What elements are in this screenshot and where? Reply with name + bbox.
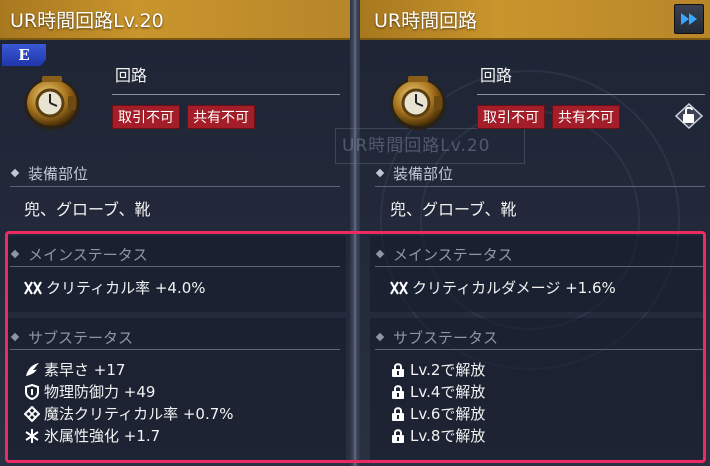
fast-forward-button[interactable] — [674, 4, 704, 34]
left-item-title: UR時間回路Lv.20 — [10, 10, 164, 32]
right-sub-rule — [375, 349, 705, 350]
right-main-status-row: クリティカルダメージ +1.6% — [390, 277, 616, 299]
snowflake-icon — [25, 428, 39, 443]
time-circuit-icon — [24, 76, 80, 130]
right-header: UR時間回路 — [360, 0, 710, 40]
right-tag-no-trade: 取引不可 — [477, 105, 545, 129]
left-sub-status-row: 氷属性強化 +1.7 — [24, 425, 160, 447]
left-sub-status-label: サブステータス — [10, 327, 133, 348]
left-main-status-row: クリティカル率 +4.0% — [24, 277, 206, 299]
left-main-rule — [10, 266, 340, 267]
right-main-status-label: メインステータス — [375, 244, 513, 265]
right-equip-slot-label: 装備部位 — [375, 163, 453, 184]
right-item-icon[interactable] — [386, 70, 450, 138]
unlocked-padlock-icon — [674, 102, 704, 130]
lock-icon — [392, 428, 404, 443]
lock-toggle-button[interactable] — [674, 102, 704, 134]
fast-forward-icon — [681, 13, 697, 25]
right-equip-slot-value: 兜、グローブ、靴 — [390, 200, 517, 219]
crit-icon — [24, 280, 42, 295]
right-locked-sub-status-row: Lv.6で解放 — [390, 403, 485, 425]
left-tag-no-share: 共有不可 — [187, 105, 255, 129]
right-main-rule — [375, 266, 705, 267]
left-tag-no-trade: 取引不可 — [112, 105, 180, 129]
right-sub-status-label: サブステータス — [375, 327, 498, 348]
left-type-divider — [112, 94, 340, 95]
lock-icon — [392, 384, 404, 399]
wing-icon — [26, 362, 39, 376]
left-item-icon[interactable] — [20, 70, 84, 138]
panel-divider — [350, 0, 360, 466]
crit-icon — [390, 280, 408, 295]
right-locked-sub-status-row: Lv.8で解放 — [390, 425, 485, 447]
left-sub-status-row: 素早さ +17 — [24, 359, 125, 381]
lock-icon — [392, 362, 404, 377]
right-locked-sub-status-row: Lv.2で解放 — [390, 359, 485, 381]
right-equip-rule — [375, 186, 705, 187]
right-locked-sub-status-row: Lv.4で解放 — [390, 381, 485, 403]
right-item-type: 回路 — [480, 66, 513, 85]
left-header: UR時間回路Lv.20 — [0, 0, 350, 40]
time-circuit-icon — [390, 76, 446, 130]
right-item-title: UR時間回路 — [374, 10, 478, 32]
lock-icon — [392, 406, 404, 421]
left-item-type: 回路 — [115, 66, 148, 85]
left-sub-status-row: 魔法クリティカル率 +0.7% — [23, 403, 234, 425]
right-tag-no-share: 共有不可 — [552, 105, 620, 129]
left-sub-status-row: 物理防御力 +49 — [24, 381, 155, 403]
left-sub-rule — [10, 349, 340, 350]
left-equip-rule — [10, 186, 340, 187]
left-main-status-label: メインステータス — [10, 244, 148, 265]
left-equip-slot-label: 装備部位 — [10, 163, 88, 184]
rarity-badge: E — [2, 44, 46, 66]
shield-icon — [25, 383, 39, 400]
right-type-divider — [477, 94, 705, 95]
magic-crit-icon — [23, 405, 41, 422]
left-equip-slot-value: 兜、グローブ、靴 — [24, 200, 151, 219]
